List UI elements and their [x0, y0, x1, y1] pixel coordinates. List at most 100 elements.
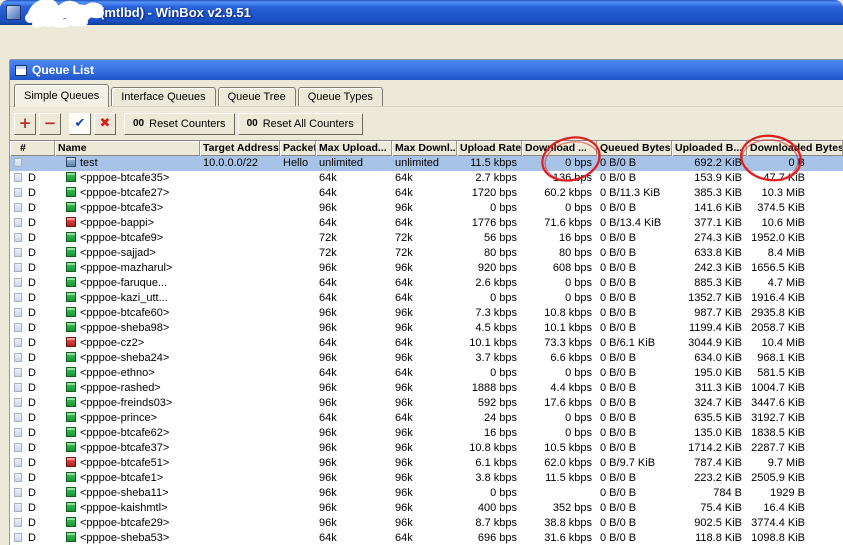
table-row[interactable]: D <pppoe-prince> 64k 64k 24 bps 0 bps 0 B/0 B 6…: [10, 411, 843, 426]
table-row[interactable]: D <pppoe-sheba11> 96k 96k 0 bps 0 B/0 B 784 B 1…: [10, 486, 843, 501]
table-row[interactable]: D <pppoe-btcafe27> 64k 64k 1720 bps 60.2 kbps…: [10, 186, 843, 201]
cell-target-address: 10.0.0.0/22: [203, 157, 259, 169]
tab-interface-queues[interactable]: Interface Queues: [111, 87, 216, 107]
cell-uploaded-bytes: 3044.9 KiB: [688, 337, 742, 349]
table-row[interactable]: D <pppoe-bappi> 64k 64k 1776 bps 71.6 kbps 0 B…: [10, 216, 843, 231]
table-row[interactable]: D <pppoe-faruque... 64k 64k 2.6 kbps 0 bps 0 B…: [10, 276, 843, 291]
row-gutter-mark: [14, 353, 22, 362]
column-header-max-upload[interactable]: Max Upload...: [316, 141, 392, 156]
cell-downloaded-bytes: 3447.6 KiB: [751, 397, 805, 409]
cell-download-rate: 60.2 kbps: [544, 187, 592, 199]
cell-uploaded-bytes: 1199.4 KiB: [688, 322, 742, 334]
cell-downloaded-bytes: 10.4 MiB: [761, 337, 805, 349]
remove-button[interactable]: −: [39, 112, 61, 135]
cell-download-rate: 0 bps: [565, 277, 592, 289]
column-header-downloaded-bytes[interactable]: Downloaded Bytes: [747, 141, 843, 156]
cell-queued-bytes: 0 B/0 B: [600, 427, 637, 439]
cell-max-upload: 96k: [319, 457, 337, 469]
tab-queue-types[interactable]: Queue Types: [297, 87, 383, 107]
table-row[interactable]: D <pppoe-btcafe37> 96k 96k 10.8 kbps 10.5 kbp…: [10, 441, 843, 456]
cell-uploaded-bytes: 311.3 KiB: [695, 382, 742, 394]
table-row[interactable]: D <pppoe-btcafe35> 64k 64k 2.7 kbps 136 bps 0 …: [10, 171, 843, 186]
window-title: (mtlbd) - WinBox v2.9.51: [100, 5, 251, 20]
table-row[interactable]: D <pppoe-rashed> 96k 96k 1888 bps 4.4 kbps 0 B…: [10, 381, 843, 396]
cell-downloaded-bytes: 47.7 KiB: [763, 172, 805, 184]
column-header-uploaded-bytes[interactable]: Uploaded B...: [672, 141, 747, 156]
table-row[interactable]: D <pppoe-btcafe51> 96k 96k 6.1 kbps 62.0 kbps…: [10, 456, 843, 471]
table-row[interactable]: D <pppoe-btcafe9> 72k 72k 56 bps 16 bps 0 B/0 …: [10, 231, 843, 246]
table-row[interactable]: D <pppoe-ethno> 64k 64k 0 bps 0 bps 0 B/0 B 195…: [10, 366, 843, 381]
cell-name: <pppoe-btcafe29>: [55, 516, 200, 531]
disable-button[interactable]: ✖: [94, 112, 116, 135]
cell-packet-marks: [280, 216, 316, 231]
cell-flags: D: [10, 216, 55, 231]
cell-max-download: 96k: [395, 307, 413, 319]
tab-queue-tree[interactable]: Queue Tree: [217, 87, 296, 107]
table-row[interactable]: D <pppoe-cz2> 64k 64k 10.1 kbps 73.3 kbps 0 B/…: [10, 336, 843, 351]
table-row[interactable]: test 10.0.0.0/22 Hello unlimited unlimited 11…: [10, 156, 843, 171]
cell-max-download: 96k: [395, 382, 413, 394]
cell-upload-rate: 1776 bps: [471, 217, 517, 229]
cell-download-rate: 73.3 kbps: [544, 337, 592, 349]
cell-flags: D: [10, 276, 55, 291]
tab-simple-queues[interactable]: Simple Queues: [14, 84, 110, 107]
table-row[interactable]: D <pppoe-sheba53> 64k 64k 696 bps 31.6 kbps 0 …: [10, 531, 843, 545]
row-gutter-mark: [14, 278, 22, 287]
column-header-upload-rate[interactable]: Upload Rate: [457, 141, 522, 156]
add-button[interactable]: +: [14, 112, 36, 135]
table-row[interactable]: D <pppoe-sheba98> 96k 96k 4.5 kbps 10.1 kbps 0…: [10, 321, 843, 336]
cell-upload-rate: 80 bps: [483, 247, 517, 259]
column-header-name[interactable]: Name: [55, 141, 200, 156]
counter-icon: 00: [246, 118, 258, 129]
row-gutter-mark: [14, 233, 22, 242]
cell-packet-marks: [280, 321, 316, 336]
cell-packet-marks: [280, 231, 316, 246]
enable-button[interactable]: ✔: [69, 112, 91, 135]
cell-target-address: [200, 306, 280, 321]
column-header-target-address[interactable]: Target Address: [200, 141, 280, 156]
table-row[interactable]: D <pppoe-kazi_utt... 64k 64k 0 bps 0 bps 0 B/0…: [10, 291, 843, 306]
table-row[interactable]: D <pppoe-sajjad> 72k 72k 80 bps 80 bps 0 B/0 B…: [10, 246, 843, 261]
reset-all-counters-button[interactable]: 00 Reset All Counters: [237, 112, 363, 135]
table-row[interactable]: D <pppoe-btcafe62> 96k 96k 16 bps 0 bps 0 B/0 …: [10, 426, 843, 441]
cell-max-download: 72k: [395, 247, 413, 259]
cell-downloaded-bytes: 8.4 MiB: [767, 247, 805, 259]
table-row[interactable]: D <pppoe-sheba24> 96k 96k 3.7 kbps 6.6 kbps 0 …: [10, 351, 843, 366]
cell-uploaded-bytes: 75.4 KiB: [700, 502, 742, 514]
column-header-flags[interactable]: #: [10, 141, 55, 156]
cell-name: <pppoe-bappi>: [55, 216, 200, 231]
column-header-queued-bytes[interactable]: Queued Bytes: [597, 141, 672, 156]
table-row[interactable]: D <pppoe-btcafe60> 96k 96k 7.3 kbps 10.8 kbps…: [10, 306, 843, 321]
cell-packet-marks: [280, 411, 316, 426]
table-row[interactable]: D <pppoe-kaishmtl> 96k 96k 400 bps 352 bps 0 B…: [10, 501, 843, 516]
main-titlebar[interactable]: (mtlbd) - WinBox v2.9.51: [0, 0, 843, 25]
queue-list-titlebar[interactable]: Queue List: [10, 60, 843, 80]
table-row[interactable]: D <pppoe-btcafe3> 96k 96k 0 bps 0 bps 0 B/0 B 1…: [10, 201, 843, 216]
column-header-download-rate[interactable]: Download ...: [522, 141, 597, 156]
cell-upload-rate: 0 bps: [490, 292, 517, 304]
cell-downloaded-bytes: 10.3 MiB: [761, 187, 805, 199]
column-header-packet-marks[interactable]: Packet ...: [280, 141, 316, 156]
queue-status-icon: [66, 307, 76, 317]
table-row[interactable]: D <pppoe-freinds03> 96k 96k 592 bps 17.6 kbps…: [10, 396, 843, 411]
cell-queued-bytes: 0 B/0 B: [600, 532, 637, 544]
cell-flags: D: [10, 261, 55, 276]
cell-uploaded-bytes: 118.8 KiB: [695, 532, 742, 544]
reset-counters-button[interactable]: 00 Reset Counters: [124, 112, 235, 135]
cell-uploaded-bytes: 385.3 KiB: [694, 187, 742, 199]
cell-flags: D: [10, 336, 55, 351]
cell-upload-rate: 16 bps: [483, 427, 517, 439]
table-row[interactable]: D <pppoe-mazharul> 96k 96k 920 bps 608 bps 0 B…: [10, 261, 843, 276]
cell-max-upload: 96k: [319, 517, 337, 529]
cell-target-address: [200, 291, 280, 306]
cell-downloaded-bytes: 2287.7 KiB: [751, 442, 805, 454]
table-row[interactable]: D <pppoe-btcafe29> 96k 96k 8.7 kbps 38.8 kbps…: [10, 516, 843, 531]
cell-queued-bytes: 0 B/0 B: [600, 277, 637, 289]
cell-name: <pppoe-faruque...: [55, 276, 200, 291]
table-row[interactable]: D <pppoe-btcafe1> 96k 96k 3.8 kbps 11.5 kbps 0…: [10, 471, 843, 486]
cell-upload-rate: 920 bps: [477, 262, 517, 274]
cell-downloaded-bytes: 4.7 MiB: [767, 277, 805, 289]
queue-status-icon: [66, 337, 76, 347]
table-body: test 10.0.0.0/22 Hello unlimited unlimited 11…: [10, 156, 843, 545]
column-header-max-download[interactable]: Max Downl...: [392, 141, 457, 156]
